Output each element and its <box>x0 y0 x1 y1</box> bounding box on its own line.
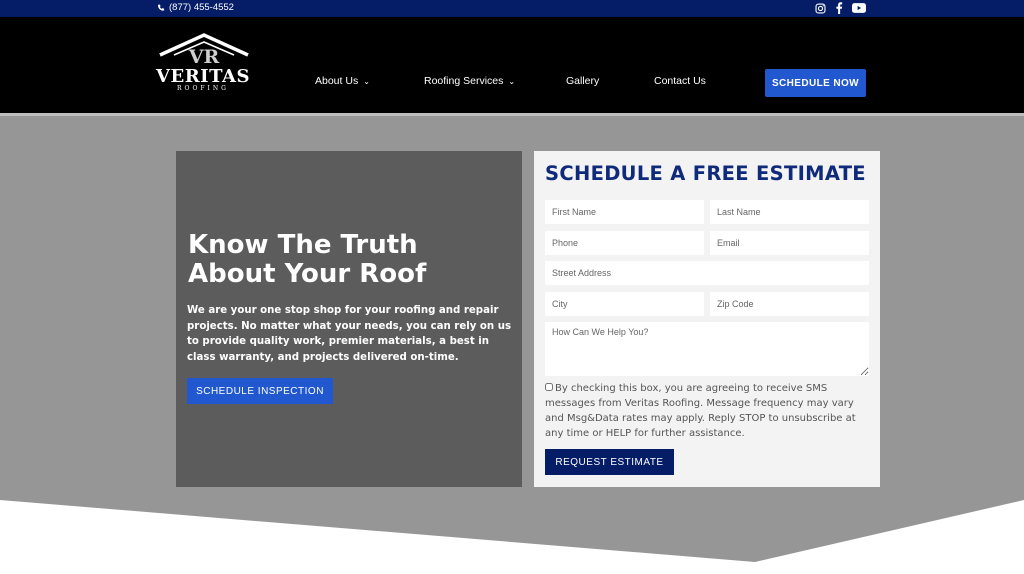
last-name-input[interactable] <box>710 200 869 224</box>
schedule-now-button[interactable]: SCHEDULE NOW <box>765 69 866 97</box>
nav-label: About Us <box>315 75 359 87</box>
instagram-icon[interactable] <box>815 2 826 14</box>
zip-code-input[interactable] <box>710 292 869 316</box>
schedule-inspection-button[interactable]: SCHEDULE INSPECTION <box>187 378 333 404</box>
phone-link[interactable]: (877) 455-4552 <box>157 2 234 13</box>
logo-name: VERITAS <box>156 66 250 87</box>
hero-title-line2: About Your Roof <box>188 259 427 289</box>
first-name-input[interactable] <box>545 200 704 224</box>
hero-divider <box>0 113 1024 116</box>
roof-icon: VR <box>159 33 249 67</box>
sms-consent-checkbox[interactable] <box>545 383 553 391</box>
city-input[interactable] <box>545 292 704 316</box>
email-input[interactable] <box>710 231 869 255</box>
nav-label: Contact Us <box>654 75 706 87</box>
request-estimate-button[interactable]: REQUEST ESTIMATE <box>545 449 674 475</box>
nav-about-us[interactable]: About Us ⌄ <box>315 75 370 87</box>
hero-info-panel: Know The Truth About Your Roof We are yo… <box>176 151 522 487</box>
chevron-down-icon: ⌄ <box>508 76 516 86</box>
nav-label: Roofing Services <box>424 75 504 87</box>
top-bar: (877) 455-4552 <box>0 0 1024 17</box>
street-address-input[interactable] <box>545 261 869 285</box>
chevron-down-icon: ⌄ <box>363 76 370 86</box>
nav-contact-us[interactable]: Contact Us <box>654 75 706 87</box>
phone-input[interactable] <box>545 231 704 255</box>
facebook-icon[interactable] <box>835 2 843 14</box>
logo-mark: VR <box>188 46 220 67</box>
nav-label: Gallery <box>566 75 600 87</box>
phone-icon <box>158 4 165 11</box>
nav-roofing-services[interactable]: Roofing Services ⌄ <box>424 75 515 87</box>
main-header: VR VERITAS ROOFING About Us ⌄ Roofing Se… <box>0 17 1024 113</box>
message-textarea[interactable] <box>545 322 869 376</box>
sms-consent: By checking this box, you are agreeing t… <box>545 381 863 441</box>
logo-sub: ROOFING <box>177 85 229 92</box>
phone-number: (877) 455-4552 <box>169 2 234 13</box>
youtube-icon[interactable] <box>852 3 866 13</box>
veritas-logo[interactable]: VR VERITAS ROOFING <box>156 33 252 93</box>
hero-title-line1: Know The Truth <box>188 230 418 260</box>
form-title: SCHEDULE A FREE ESTIMATE <box>545 162 866 185</box>
hero-description: We are your one stop shop for your roofi… <box>187 305 512 363</box>
estimate-form: SCHEDULE A FREE ESTIMATE By checking thi… <box>534 151 880 487</box>
sms-consent-text: By checking this box, you are agreeing t… <box>545 383 856 439</box>
social-links <box>815 2 866 14</box>
hero-title: Know The Truth About Your Roof <box>188 231 518 289</box>
nav-gallery[interactable]: Gallery <box>566 75 599 87</box>
